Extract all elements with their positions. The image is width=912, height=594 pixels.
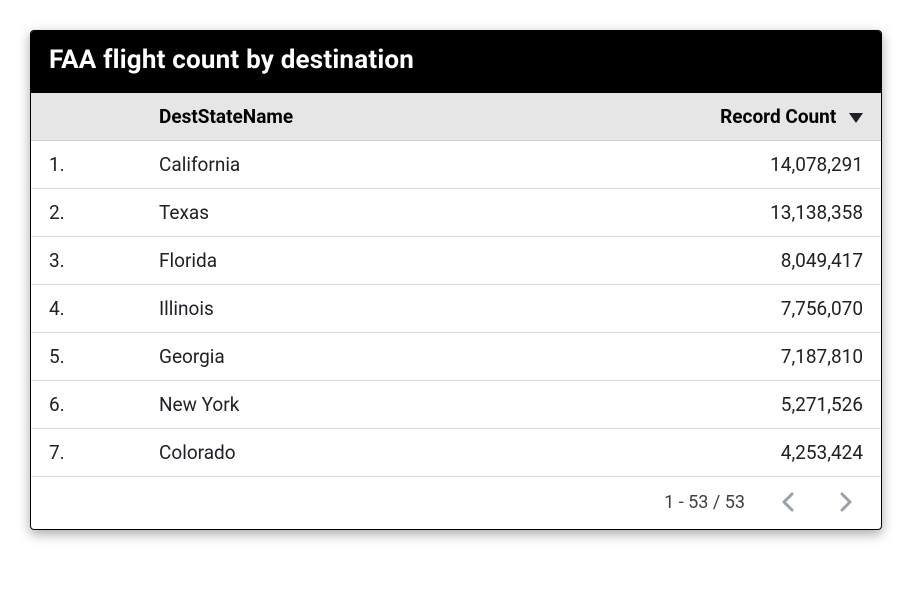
row-index: 2. bbox=[31, 189, 141, 237]
table-row[interactable]: 7. Colorado 4,253,424 bbox=[31, 429, 881, 477]
row-index: 3. bbox=[31, 237, 141, 285]
table-footer: 1 - 53 / 53 bbox=[31, 477, 881, 529]
row-dest: New York bbox=[141, 381, 502, 429]
row-count: 5,271,526 bbox=[502, 381, 881, 429]
row-index: 6. bbox=[31, 381, 141, 429]
column-header-record-count[interactable]: Record Count bbox=[502, 93, 881, 141]
table-body: 1. California 14,078,291 2. Texas 13,138… bbox=[31, 141, 881, 477]
chevron-left-icon bbox=[780, 490, 796, 514]
row-count: 7,187,810 bbox=[502, 333, 881, 381]
column-header-deststatename[interactable]: DestStateName bbox=[141, 93, 502, 141]
row-dest: Colorado bbox=[141, 429, 502, 477]
row-dest: California bbox=[141, 141, 502, 189]
report-card: FAA flight count by destination DestStat… bbox=[30, 30, 882, 530]
pager-range-text: 1 - 53 / 53 bbox=[664, 492, 745, 513]
card-title: FAA flight count by destination bbox=[31, 31, 881, 93]
row-index: 7. bbox=[31, 429, 141, 477]
row-count: 7,756,070 bbox=[502, 285, 881, 333]
pager-next-button[interactable] bbox=[831, 487, 861, 517]
row-dest: Texas bbox=[141, 189, 502, 237]
row-index: 4. bbox=[31, 285, 141, 333]
row-count: 4,253,424 bbox=[502, 429, 881, 477]
table-row[interactable]: 4. Illinois 7,756,070 bbox=[31, 285, 881, 333]
sort-descending-icon bbox=[849, 113, 863, 123]
chevron-right-icon bbox=[838, 490, 854, 514]
table-header-row: DestStateName Record Count bbox=[31, 93, 881, 141]
table-row[interactable]: 6. New York 5,271,526 bbox=[31, 381, 881, 429]
column-header-index[interactable] bbox=[31, 93, 141, 141]
table-row[interactable]: 5. Georgia 7,187,810 bbox=[31, 333, 881, 381]
row-index: 1. bbox=[31, 141, 141, 189]
row-count: 13,138,358 bbox=[502, 189, 881, 237]
table-row[interactable]: 1. California 14,078,291 bbox=[31, 141, 881, 189]
row-dest: Illinois bbox=[141, 285, 502, 333]
row-dest: Georgia bbox=[141, 333, 502, 381]
pager-prev-button[interactable] bbox=[773, 487, 803, 517]
data-table: DestStateName Record Count 1. California… bbox=[31, 93, 881, 477]
row-count: 14,078,291 bbox=[502, 141, 881, 189]
row-count: 8,049,417 bbox=[502, 237, 881, 285]
table-row[interactable]: 2. Texas 13,138,358 bbox=[31, 189, 881, 237]
table-row[interactable]: 3. Florida 8,049,417 bbox=[31, 237, 881, 285]
column-header-record-count-label: Record Count bbox=[720, 105, 836, 128]
row-dest: Florida bbox=[141, 237, 502, 285]
row-index: 5. bbox=[31, 333, 141, 381]
